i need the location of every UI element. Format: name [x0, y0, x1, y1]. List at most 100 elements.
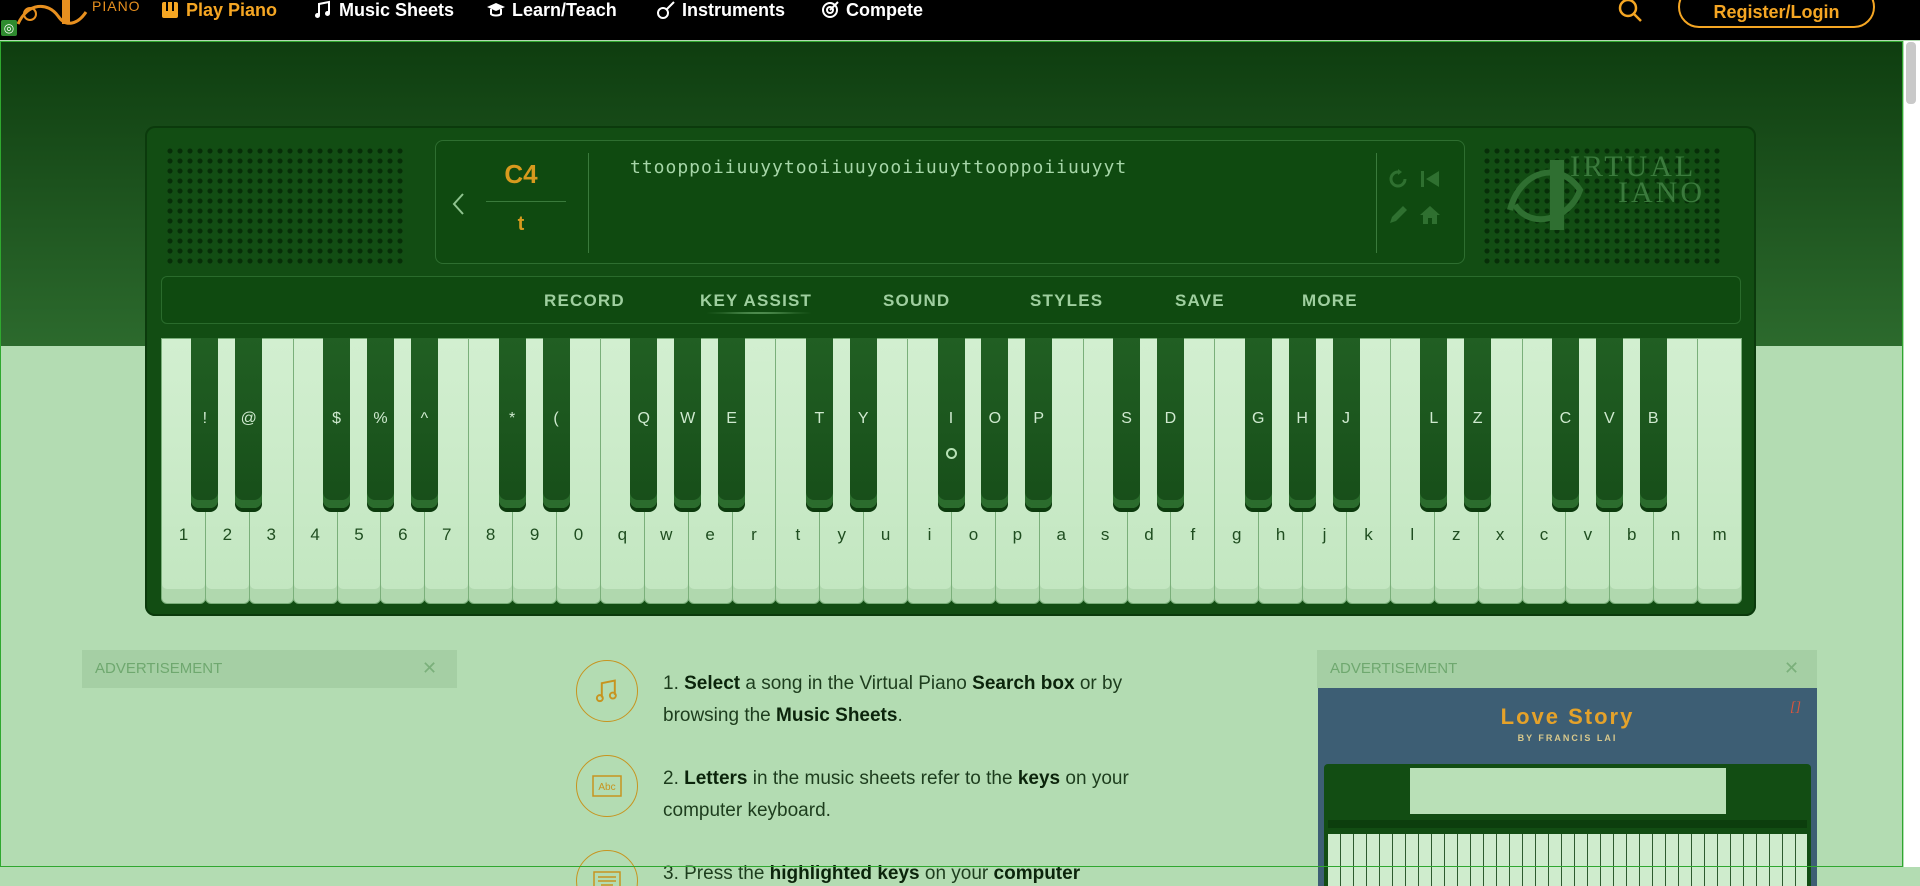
white-key-label: r [751, 525, 757, 544]
black-key[interactable]: W [674, 338, 702, 508]
fullscreen-icon[interactable]: [] [1790, 700, 1801, 716]
nav-music-sheets[interactable]: Music Sheets [313, 0, 454, 20]
black-key[interactable]: H [1288, 338, 1316, 508]
scrollbar-thumb[interactable] [1906, 42, 1916, 104]
black-key[interactable]: O [981, 338, 1009, 508]
black-key[interactable]: $ [323, 338, 351, 508]
instruction-text: 2. Letters in the music sheets refer to … [663, 768, 1129, 821]
search-icon[interactable] [1617, 0, 1643, 23]
nav-compete[interactable]: Compete [820, 0, 923, 20]
promo-banner-image[interactable]: Love Story BY FRANCIS LAI [] [1318, 688, 1817, 886]
promo-title: Love Story [1500, 704, 1635, 729]
advertisement-right: ADVERTISEMENT ✕ [1317, 650, 1817, 688]
black-key[interactable]: I [937, 338, 965, 508]
white-key-label: h [1275, 525, 1286, 544]
black-key[interactable]: * [498, 338, 526, 508]
black-key[interactable]: C [1551, 338, 1579, 508]
white-key-label: w [660, 525, 673, 544]
black-key-label: B [1647, 410, 1659, 427]
black-key[interactable]: B [1639, 338, 1667, 508]
white-key-label: g [1232, 525, 1242, 544]
nav-learn-teach-label: Learn/Teach [512, 0, 617, 20]
white-key-label: k [1364, 525, 1373, 544]
white-key-label: 6 [398, 525, 408, 544]
black-key[interactable]: ! [191, 338, 219, 508]
nav-instruments[interactable]: Instruments [656, 0, 785, 20]
black-key[interactable]: ^ [410, 338, 438, 508]
white-key-label: l [1410, 525, 1415, 544]
black-key[interactable]: Q [630, 338, 658, 508]
black-key-label: C [1559, 410, 1572, 427]
white-key-label: 4 [310, 525, 320, 544]
black-key[interactable]: V [1595, 338, 1623, 508]
black-key[interactable]: E [718, 338, 746, 508]
skip-to-start-icon[interactable] [1418, 167, 1442, 191]
black-key[interactable]: Z [1464, 338, 1492, 508]
music-notes-icon [315, 0, 330, 18]
white-key-label: u [880, 525, 891, 544]
display-divider-right [1376, 153, 1377, 253]
virtual-piano: IRTUAL IANO C4 t ttooppoiiuuyytooiiuuyoo… [145, 126, 1756, 616]
target-icon [822, 1, 839, 18]
vertical-scrollbar[interactable] [1904, 41, 1920, 867]
current-note: C4 [504, 159, 538, 189]
piano-toolbar: RECORD KEY ASSIST SOUND STYLES SAVE MORE [161, 276, 1741, 324]
black-key-label: Z [1472, 410, 1483, 427]
white-key-label: c [1539, 525, 1549, 544]
black-key-label: T [814, 410, 825, 427]
record-button[interactable]: RECORD [544, 291, 625, 311]
white-key-label: p [1012, 525, 1023, 544]
black-key-label: H [1296, 410, 1308, 427]
home-icon[interactable] [1418, 203, 1442, 227]
promo-piano-preview [1324, 764, 1811, 886]
close-icon[interactable]: ✕ [422, 658, 437, 679]
song-display-panel: C4 t ttooppoiiuuyytooiiuuyooiiuuyttooppo… [435, 140, 1465, 264]
nav-instruments-label: Instruments [682, 0, 786, 20]
white-key-label: v [1583, 525, 1593, 544]
white-key-label: f [1190, 525, 1196, 544]
black-key[interactable]: D [1156, 338, 1184, 508]
styles-button[interactable]: STYLES [1030, 291, 1103, 311]
black-key[interactable]: T [805, 338, 833, 508]
music-notes-icon [576, 660, 638, 722]
black-key-label: J [1342, 410, 1350, 427]
black-key[interactable]: P [1025, 338, 1053, 508]
nav-play-piano-label: Play Piano [186, 0, 278, 20]
nav-music-sheets-label: Music Sheets [339, 0, 455, 20]
note-divider [486, 201, 566, 202]
black-key-label: @ [240, 410, 257, 427]
white-key-label: 1 [178, 525, 189, 544]
chevron-left-icon[interactable] [450, 191, 468, 217]
black-key[interactable]: @ [235, 338, 263, 508]
save-button[interactable]: SAVE [1175, 291, 1225, 311]
black-key[interactable]: J [1332, 338, 1360, 508]
svg-text:Abc: Abc [598, 782, 615, 793]
active-tab-indicator [704, 312, 814, 314]
black-key[interactable]: ( [542, 338, 570, 508]
nav-learn-teach[interactable]: Learn/Teach [486, 0, 617, 20]
replay-icon[interactable] [1386, 167, 1410, 191]
virtual-piano-logo[interactable]: PIANO [8, 0, 140, 34]
graduation-cap-icon [487, 3, 505, 17]
white-key-label: j [1322, 525, 1327, 544]
black-key[interactable]: Y [849, 338, 877, 508]
register-login-button[interactable]: Register/Login [1678, 0, 1875, 28]
nav-play-piano[interactable]: Play Piano [160, 0, 277, 20]
display-divider [588, 153, 589, 253]
white-key[interactable]: m [1697, 338, 1742, 604]
black-key[interactable]: L [1420, 338, 1448, 508]
white-key-label: z [1451, 525, 1461, 544]
black-key[interactable]: S [1113, 338, 1141, 508]
pencil-edit-icon[interactable] [1386, 203, 1410, 227]
white-key-label: d [1144, 525, 1154, 544]
more-button[interactable]: MORE [1302, 291, 1358, 311]
guitar-icon [657, 1, 675, 19]
logo-text: PIANO [92, 0, 141, 14]
black-key[interactable]: G [1244, 338, 1272, 508]
close-icon[interactable]: ✕ [1784, 658, 1799, 679]
black-key[interactable]: % [366, 338, 394, 508]
piano-keyboard: 1 2 3 4 5 6 7 8 9 0 q w e r t y u i o p a s d f g h j k l z x c v b n m! @ $%… [161, 338, 1742, 604]
key-assist-button[interactable]: KEY ASSIST [700, 291, 812, 311]
sound-button[interactable]: SOUND [883, 291, 950, 311]
advertisement-left: ADVERTISEMENT ✕ [82, 650, 457, 688]
